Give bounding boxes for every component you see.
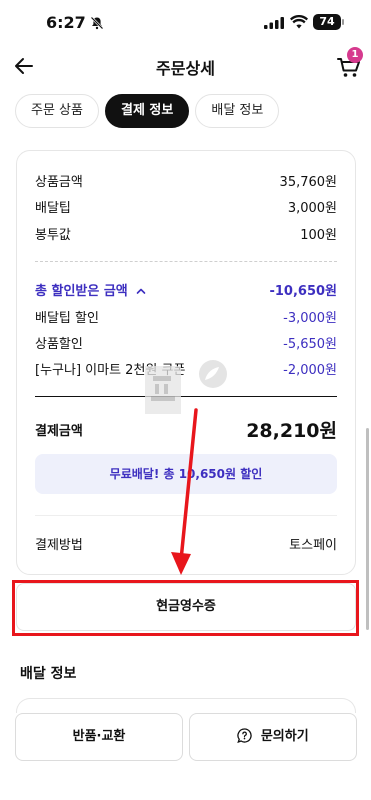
free-delivery-banner: 무료배달! 총 10,650원 할인	[35, 454, 337, 494]
page-title: 주문상세	[156, 59, 215, 78]
row-product-discount: 상품할인 -5,650원	[35, 332, 337, 352]
light-divider	[35, 515, 337, 516]
annotation-highlight-box	[12, 580, 359, 636]
status-bar: 6:27 74	[0, 0, 371, 44]
row-label: 배달팁 할인	[35, 310, 99, 326]
row-delivery-tip-discount: 배달팁 할인 -3,000원	[35, 306, 337, 326]
row-bag-fee: 봉투값 100원	[35, 223, 337, 243]
row-label: 상품할인	[35, 336, 83, 352]
scrollbar[interactable]	[366, 428, 369, 630]
discount-total-toggle[interactable]: 총 할인받은 금액 -10,650원	[35, 279, 337, 299]
tab-delivery-info[interactable]: 배달 정보	[195, 94, 280, 128]
tab-order-items[interactable]: 주문 상품	[15, 94, 99, 128]
tab-payment-info[interactable]: 결제 정보	[104, 94, 190, 128]
cart-badge: 1	[347, 47, 363, 63]
row-label: 상품금액	[35, 174, 83, 190]
row-value: -3,000원	[283, 310, 337, 326]
tab-bar: 주문 상품 결제 정보 배달 정보	[15, 94, 280, 128]
total-row: 결제금액 28,210원	[35, 416, 337, 443]
inquiry-label: 문의하기	[260, 729, 309, 744]
payment-method-row: 결제방법 토스페이	[35, 534, 337, 553]
bell-off-icon	[90, 16, 104, 30]
chevron-up-icon	[137, 288, 146, 294]
signal-icon	[264, 17, 284, 29]
header: 주문상세	[0, 44, 371, 88]
return-exchange-button[interactable]: 반품·교환	[15, 713, 183, 761]
discount-total-value: -10,650원	[269, 283, 337, 299]
row-value: 3,000원	[287, 200, 337, 216]
watermark-logo-icon	[145, 360, 227, 414]
total-value: 28,210원	[246, 420, 337, 442]
discount-total-label-wrap: 총 할인받은 금액	[35, 280, 146, 299]
return-exchange-label: 반품·교환	[72, 729, 126, 744]
inquiry-button[interactable]: 문의하기	[189, 713, 357, 761]
total-label: 결제금액	[35, 424, 83, 439]
row-product-amount: 상품금액 35,760원	[35, 170, 337, 190]
status-time: 6:27	[46, 13, 86, 32]
method-value: 토스페이	[289, 538, 337, 553]
row-value: 35,760원	[279, 174, 337, 190]
dashed-divider	[35, 261, 337, 262]
row-label: 봉투값	[35, 227, 71, 243]
row-value: 100원	[300, 227, 337, 243]
delivery-section-title: 배달 정보	[20, 666, 77, 682]
bottom-action-bar: 반품·교환 문의하기	[0, 713, 371, 763]
discount-total-label: 총 할인받은 금액	[35, 283, 128, 299]
wifi-icon	[290, 15, 308, 29]
row-value: -2,000원	[283, 362, 337, 378]
row-delivery-tip: 배달팁 3,000원	[35, 196, 337, 216]
battery-indicator: 74	[313, 14, 344, 30]
row-label: 배달팁	[35, 200, 71, 216]
question-chat-icon	[237, 728, 253, 743]
row-value: -5,650원	[283, 336, 337, 352]
method-label: 결제방법	[35, 538, 83, 553]
